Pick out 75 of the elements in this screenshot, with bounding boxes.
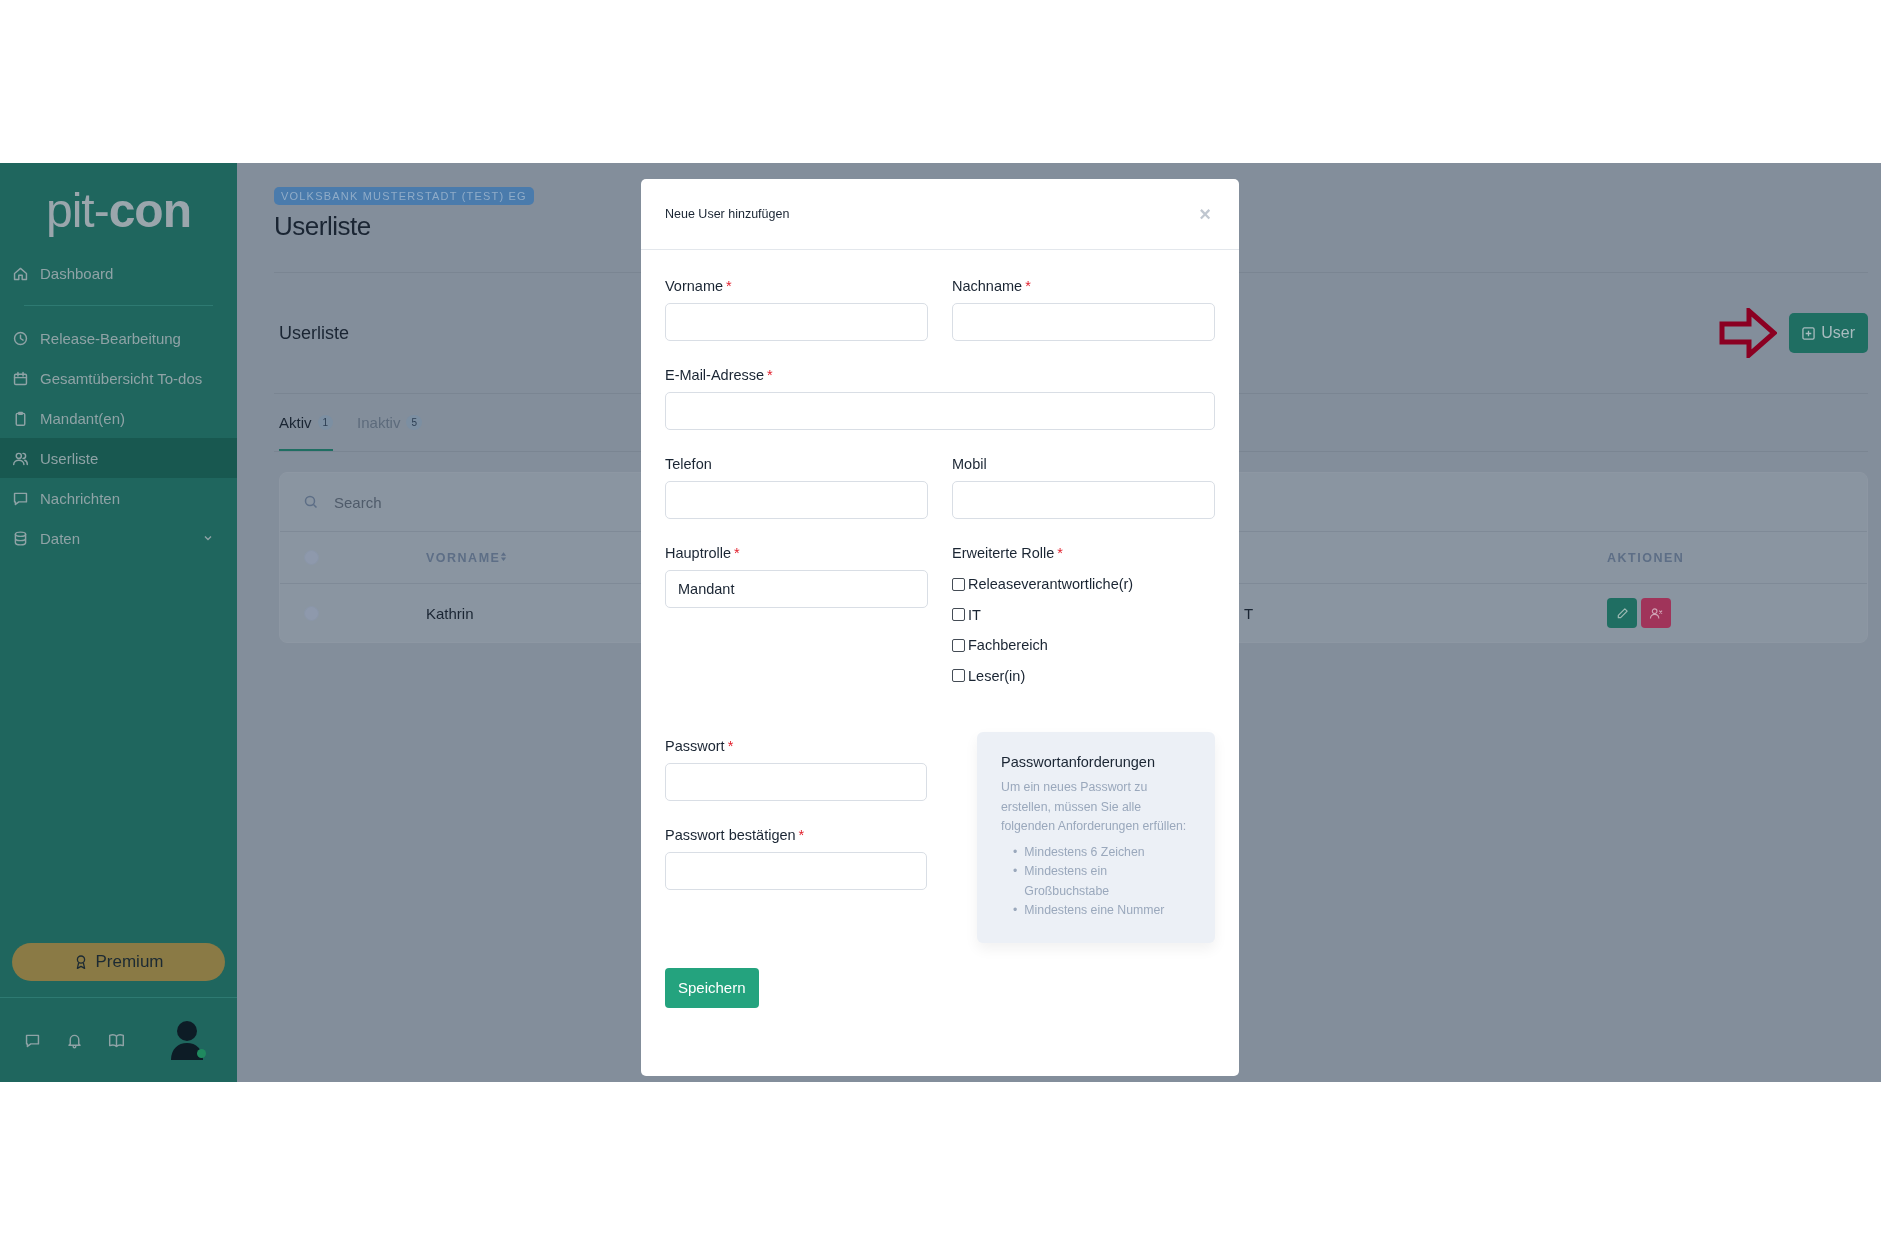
sidebar-item[interactable]: Daten [0,518,237,558]
requirement-item: Mindestens 6 Zeichen [1024,843,1145,861]
required-mark: * [767,367,773,383]
required-mark: * [726,278,732,294]
info-title: Passwortanforderungen [1001,754,1156,770]
field-label: Telefon [665,456,712,472]
input-field[interactable] [665,481,928,519]
checkbox[interactable] [952,608,965,622]
plus-square-icon [1802,326,1816,340]
remove-user-button[interactable] [1641,598,1671,628]
database-icon [12,529,29,547]
field-label: Vorname [665,278,724,294]
required-mark: * [734,545,740,561]
premium-button[interactable]: Premium [12,943,225,981]
required-mark: * [727,738,734,754]
checkbox[interactable] [952,669,965,683]
required-mark: * [1025,278,1031,294]
input-field[interactable] [665,303,928,341]
add-user-button[interactable]: User [1789,313,1868,353]
user-remove-icon [1648,606,1664,620]
info-text: Um ein neues Passwort zu erstellen, müssen Sie alle folgenden Anforderungen erfüllen: [1001,779,1188,835]
table-cell: T [1244,604,1254,622]
sidebar-item[interactable]: Mandant(en) [0,398,237,438]
clock-icon [12,329,29,347]
edit-button[interactable] [1607,598,1637,628]
checkbox-label: Fachbereich [968,637,1048,654]
count-badge: 1 [317,415,334,430]
field-label: Mobil [952,456,987,472]
bullet: • [1013,863,1018,880]
book-icon [108,1031,125,1049]
input-field[interactable] [665,852,927,890]
close-button[interactable]: × [1195,202,1215,226]
count-badge: 5 [406,415,422,430]
checkbox-label: IT [968,606,981,623]
logo: pit-con [45,183,192,239]
bullet: • [1013,843,1018,861]
sidebar-item[interactable]: Userliste [0,438,237,478]
field-label: E-Mail-Adresse [665,367,765,383]
field-label: Passwort [665,738,725,754]
sidebar-item[interactable]: Release-Bearbeitung [0,318,237,358]
input-field[interactable] [665,763,927,801]
input-field[interactable] [665,392,1215,430]
sort-icon[interactable] [500,550,508,562]
arrow-icon [1719,308,1778,358]
checkbox[interactable] [952,577,965,591]
input-field[interactable]: Mandant [665,570,928,608]
input-field[interactable] [952,481,1215,519]
bullet: • [1013,902,1018,919]
sidebar-item[interactable]: Dashboard [0,253,237,293]
checkbox[interactable] [952,638,965,652]
search-icon [304,495,318,509]
modal-title: Neue User hinzufügen [665,207,790,221]
sidebar-item[interactable]: Gesamtübersicht To-dos [0,358,237,398]
avatar-icon[interactable] [170,1020,204,1060]
card-title: Userliste [279,322,349,344]
field-label: Erweiterte Rolle [952,545,1055,561]
required-mark: * [798,827,805,843]
pencil-icon [1615,606,1629,620]
calendar-icon [12,369,29,387]
requirement-item: Mindestens eine Nummer [1024,902,1165,919]
checkbox-label: Leser(in) [968,667,1026,684]
save-button[interactable]: Speichern [665,967,759,1008]
search-field[interactable]: Search [332,492,1843,512]
field-label: Hauptrolle [665,545,732,561]
table-cell: Kathrin [426,604,474,622]
requirement-item: Mindestens ein Großbuchstabe [1024,863,1111,900]
page-title: Userliste [274,211,371,242]
checkbox-label: Releaseverantwortliche(r) [968,576,1134,593]
field-label: Passwort bestätigen [665,827,796,843]
field-label: Nachname [952,278,1023,294]
sidebar-item[interactable]: Nachrichten [0,478,237,518]
tab[interactable]: Aktiv 1 [279,394,334,451]
required-mark: * [1057,545,1063,561]
organization-badge: VOLKSBANK MUSTERSTADT (TEST) EG [274,187,534,205]
input-field[interactable] [952,303,1215,341]
